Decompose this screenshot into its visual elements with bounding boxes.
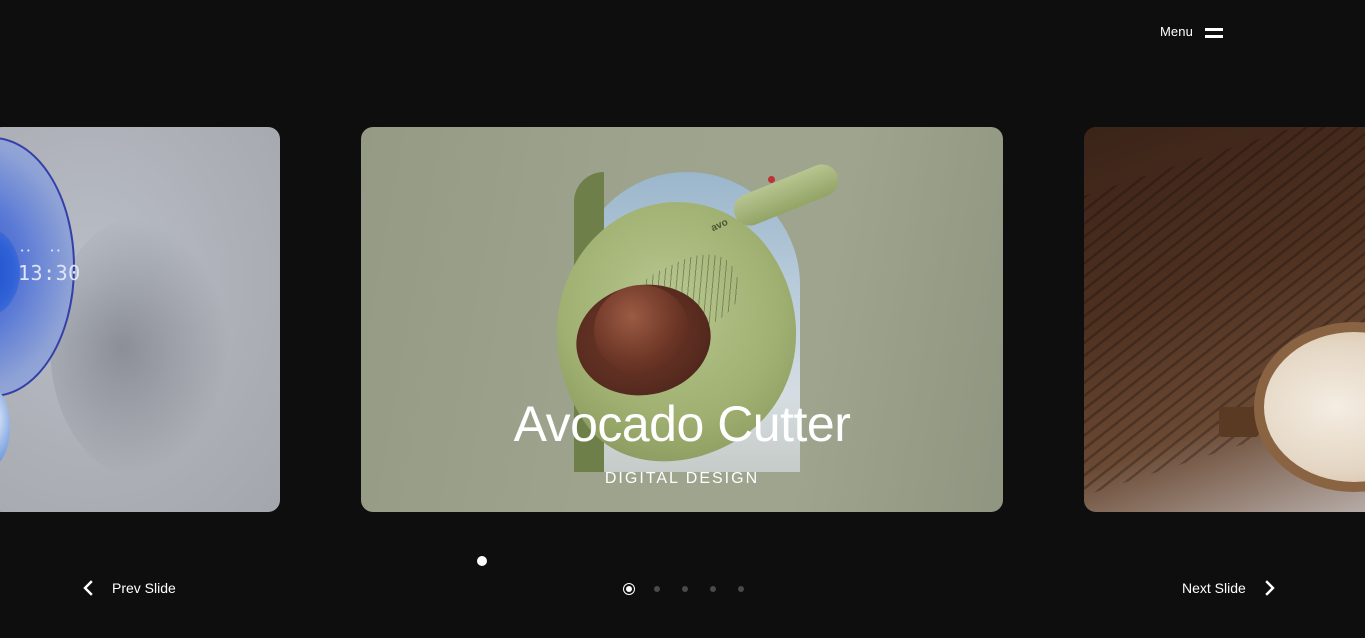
prev-slide-button[interactable]: Prev Slide: [82, 580, 176, 596]
clock-knob: [0, 387, 10, 467]
speaker-foot: [1219, 407, 1259, 437]
prev-slide-label: Prev Slide: [112, 580, 176, 596]
slide-previous[interactable]: •• •• 13:30: [0, 127, 280, 512]
clock-display: 13:30: [18, 261, 81, 285]
clock-indicator-left: ••: [20, 247, 33, 255]
chevron-left-icon: [82, 580, 94, 596]
menu-label: Menu: [1160, 24, 1193, 39]
slide-title[interactable]: Avocado Cutter: [361, 395, 1003, 453]
next-slide-label: Next Slide: [1182, 580, 1246, 596]
cursor-dot: [477, 556, 487, 566]
pagination-dot-5[interactable]: [735, 583, 747, 595]
clock-indicator-right: ••: [50, 247, 63, 255]
pagination-dot-4[interactable]: [707, 583, 719, 595]
next-slide-button[interactable]: Next Slide: [1182, 580, 1276, 596]
page: Menu •• •• 13:30 avo Avocado Cutter DIGI…: [0, 0, 1365, 638]
pagination-dot-3[interactable]: [679, 583, 691, 595]
handle-button: [768, 176, 775, 183]
slide-next[interactable]: [1084, 127, 1365, 512]
cutter-handle: [729, 159, 843, 231]
menu-button[interactable]: Menu: [1160, 24, 1223, 39]
disc-shadow: [50, 217, 230, 477]
hamburger-icon: [1204, 26, 1223, 38]
pagination-dot-2[interactable]: [651, 583, 663, 595]
slide-current[interactable]: avo Avocado Cutter DIGITAL DESIGN: [361, 127, 1003, 512]
slide-pagination: [623, 583, 747, 595]
chevron-right-icon: [1264, 580, 1276, 596]
avocado-pit: [594, 285, 689, 375]
slide-category: DIGITAL DESIGN: [604, 470, 760, 487]
pagination-dot-1[interactable]: [623, 583, 635, 595]
